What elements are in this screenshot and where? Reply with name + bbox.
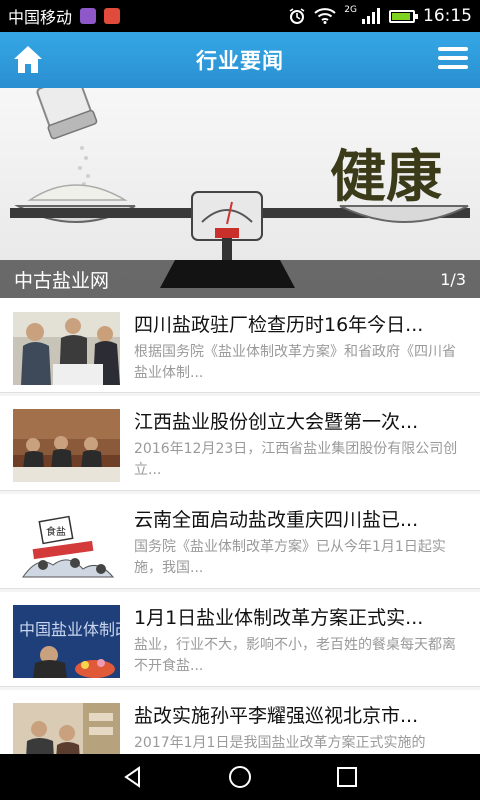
banner-carousel[interactable]: 健康 中古盐业网 1/3	[0, 88, 480, 298]
thumbnail-banner-text: 中国盐业体制改革	[19, 620, 120, 639]
news-title: 四川盐政驻厂检查历时16年今日...	[134, 314, 424, 336]
clock-time: 16:15	[423, 6, 472, 26]
news-thumbnail: 食盐	[13, 507, 120, 580]
news-text: 云南全面启动盐改重庆四川盐已... 国务院《盐业体制改革方案》已从今年1月1日起…	[134, 507, 466, 588]
news-summary: 盐业，行业不大，影响不小，老百姓的餐桌每天都离不开食盐...	[134, 637, 456, 674]
news-thumbnail: 中国盐业体制改革	[13, 605, 120, 678]
thumbnail-sign-text: 食盐	[46, 525, 66, 538]
back-triangle-icon	[124, 766, 141, 788]
news-summary: 2016年12月23日，江西省盐业集团股份有限公司创立...	[134, 441, 458, 478]
news-title: 云南全面启动盐改重庆四川盐已...	[134, 509, 419, 531]
hamburger-menu-bar	[438, 65, 468, 69]
banner-caption: 中古盐业网	[14, 269, 110, 292]
system-navigation-bar	[0, 754, 480, 800]
news-text: 江西盐业股份创立大会暨第一次... 2016年12月23日，江西省盐业集团股份有…	[134, 409, 466, 490]
news-item[interactable]: 江西盐业股份创立大会暨第一次... 2016年12月23日，江西省盐业集团股份有…	[0, 396, 480, 491]
news-thumbnail	[13, 409, 120, 482]
signal-strength-icon	[361, 8, 381, 24]
news-title: 1月1日盐业体制改革方案正式实...	[134, 607, 424, 629]
news-summary: 国务院《盐业体制改革方案》已从今年1月1日起实施，我国...	[134, 539, 446, 576]
home-button[interactable]	[10, 42, 46, 78]
page-title: 行业要闻	[196, 49, 284, 73]
recents-square-icon	[336, 767, 357, 787]
banner-caption-bar: 中古盐业网 1/3	[0, 260, 480, 298]
carrier-label: 中国移动	[8, 8, 73, 27]
news-summary: 2017年1月1日是我国盐业改革方案正式实施的	[134, 735, 426, 751]
network-type-label: 2G	[344, 5, 357, 15]
news-text: 四川盐政驻厂检查历时16年今日... 根据国务院《盐业体制改革方案》和省政府《四…	[134, 312, 466, 392]
news-item[interactable]: 四川盐政驻厂检查历时16年今日... 根据国务院《盐业体制改革方案》和省政府《四…	[0, 298, 480, 393]
news-summary: 根据国务院《盐业体制改革方案》和省政府《四川省盐业体制...	[134, 344, 456, 381]
app-notification-icon-red	[104, 8, 121, 24]
news-item[interactable]: 中国盐业体制改革 1月1日盐业体制改革方案正式实... 盐业，行业不大，影响不小…	[0, 592, 480, 687]
news-thumbnail	[13, 703, 120, 754]
news-item[interactable]: 盐改实施孙平李耀强巡视北京市... 2017年1月1日是我国盐业改革方案正式实施…	[0, 690, 480, 754]
status-right: 2G 16:15	[288, 5, 472, 26]
back-button[interactable]	[119, 763, 147, 791]
battery-icon	[389, 9, 418, 23]
news-list: 四川盐政驻厂检查历时16年今日... 根据国务院《盐业体制改革方案》和省政府《四…	[0, 298, 480, 754]
home-icon	[14, 46, 42, 73]
home-nav-button[interactable]	[226, 763, 254, 791]
phone-screen: 中国移动 2G 16:15 行业要闻 健康 中古盐业网 1/3 四川盐政驻厂检查…	[0, 0, 480, 800]
recents-button[interactable]	[333, 763, 361, 791]
news-text: 1月1日盐业体制改革方案正式实... 盐业，行业不大，影响不小，老百姓的餐桌每天…	[134, 605, 466, 686]
banner-calligraphy: 健康	[330, 144, 442, 210]
news-thumbnail	[13, 312, 120, 385]
status-bar: 中国移动 2G 16:15	[0, 0, 480, 32]
hamburger-menu-icon	[438, 47, 468, 51]
wifi-icon	[314, 8, 336, 24]
app-notification-icon	[80, 8, 97, 24]
menu-button[interactable]	[438, 44, 468, 74]
news-text: 盐改实施孙平李耀强巡视北京市... 2017年1月1日是我国盐业改革方案正式实施…	[134, 703, 466, 754]
news-title: 盐改实施孙平李耀强巡视北京市...	[134, 705, 419, 727]
news-item[interactable]: 食盐 云南全面启动盐改重庆四川盐已... 国务院《盐业体制改革方案》已从今年1月…	[0, 494, 480, 589]
hamburger-menu-bar	[438, 56, 468, 60]
top-app-bar: 行业要闻	[0, 32, 480, 88]
news-title: 江西盐业股份创立大会暨第一次...	[134, 411, 419, 433]
home-circle-icon	[228, 766, 251, 788]
status-left: 中国移动	[8, 4, 121, 28]
banner-page-indicator: 1/3	[440, 269, 466, 289]
alarm-clock-icon	[288, 7, 306, 25]
